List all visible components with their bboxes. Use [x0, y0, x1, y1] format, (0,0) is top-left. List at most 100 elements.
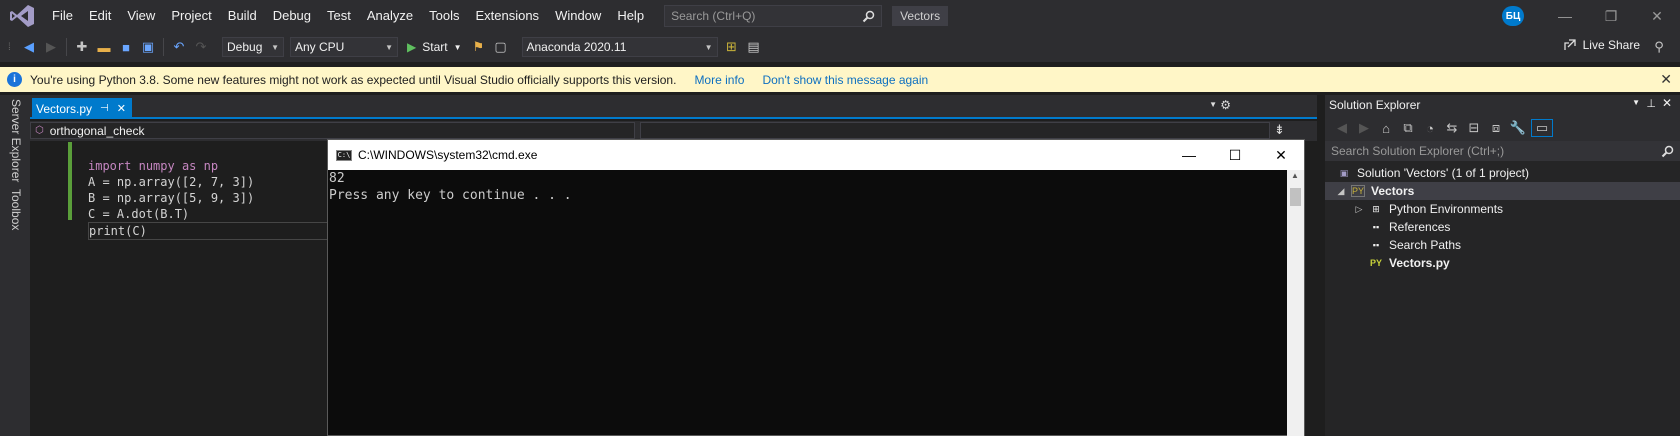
server-explorer-tab[interactable]: Server Explorer — [9, 99, 23, 182]
pin-icon[interactable]: ⊥ — [1646, 97, 1656, 110]
window-layout-icon[interactable]: ▤ — [745, 38, 763, 56]
back-nav-icon[interactable]: ◀ — [20, 38, 38, 56]
info-icon: i — [7, 72, 22, 87]
user-avatar[interactable]: БЦ — [1502, 6, 1524, 26]
environment-settings-icon[interactable]: ⊞ — [723, 38, 741, 56]
dont-show-link[interactable]: Don't show this message again — [762, 73, 928, 87]
info-message: You're using Python 3.8. Some new featur… — [30, 72, 677, 87]
switch-views-icon[interactable]: ⧉ — [1399, 119, 1417, 137]
toolbar-grip-icon: ⁞ — [8, 41, 11, 53]
menu-file[interactable]: File — [44, 0, 81, 32]
tree-item-label: Search Paths — [1389, 238, 1462, 252]
solution-search-input[interactable]: Search Solution Explorer (Ctrl+;) — [1325, 141, 1680, 161]
preview-icon[interactable]: ▭ — [1531, 119, 1553, 137]
console-line: 82 — [329, 171, 345, 186]
start-button[interactable]: ▶ Start ▼ — [407, 40, 462, 54]
console-window[interactable]: C:\ C:\WINDOWS\system32\cmd.exe — ☐ ✕ 82… — [327, 139, 1305, 436]
sync-icon[interactable]: ⇆ — [1443, 119, 1461, 137]
feedback-icon[interactable]: ⚲ — [1650, 38, 1668, 56]
search-icon — [1661, 145, 1674, 157]
scroll-up-icon[interactable]: ▲ — [1291, 171, 1299, 180]
menu-extensions[interactable]: Extensions — [467, 0, 547, 32]
close-icon[interactable]: ✕ — [117, 102, 126, 115]
close-icon[interactable]: ✕ — [1662, 96, 1672, 110]
tree-item-solution[interactable]: ▣ Solution 'Vectors' (1 of 1 project) — [1325, 164, 1680, 182]
home-icon[interactable]: ⌂ — [1377, 119, 1395, 137]
configuration-select[interactable]: Debug ▼ — [222, 37, 284, 57]
tab-label: Vectors.py — [36, 101, 93, 116]
search-input[interactable]: Search (Ctrl+Q) — [664, 5, 883, 27]
pin-icon[interactable]: ⊣ — [100, 103, 109, 114]
tree-item-project[interactable]: ◢ PY Vectors — [1325, 182, 1680, 200]
tree-item-references[interactable]: ▪▪ References — [1325, 218, 1680, 236]
minimize-button[interactable]: — — [1542, 0, 1588, 32]
open-folder-icon[interactable]: ▬ — [95, 38, 113, 56]
menu-view[interactable]: View — [119, 0, 163, 32]
forward-icon[interactable]: ▶ — [1355, 119, 1373, 137]
search-icon — [862, 10, 875, 22]
attach-icon[interactable]: ⚑ — [470, 38, 488, 56]
tree-item-python-environments[interactable]: ▷ ⊞ Python Environments — [1325, 200, 1680, 218]
chevron-down-icon: ▼ — [704, 42, 713, 52]
close-button[interactable]: ✕ — [1634, 0, 1680, 32]
document-tab-row: Vectors.py ⊣ ✕ ▼ ⚙ — [30, 95, 1317, 119]
menu-window[interactable]: Window — [547, 0, 609, 32]
code-content[interactable]: import numpy as np A = np.array([2, 7, 3]… — [88, 142, 328, 240]
tab-vectors-py[interactable]: Vectors.py ⊣ ✕ — [32, 98, 132, 119]
show-all-files-icon[interactable]: ⧈ — [1487, 119, 1505, 137]
scope-select[interactable]: ⬡ orthogonal_check — [30, 122, 635, 139]
solution-explorer-panel: Solution Explorer ▼ ⊥ ✕ ◀ ▶ ⌂ ⧉ ◔ ⇆ ⊟ ⧈ … — [1325, 95, 1680, 436]
forward-nav-icon[interactable]: ▶ — [42, 38, 60, 56]
menu-tools[interactable]: Tools — [421, 0, 467, 32]
save-icon[interactable]: ■ — [117, 38, 135, 56]
code-line: import numpy as np — [88, 158, 328, 174]
tree-item-vectors-py[interactable]: PY Vectors.py — [1325, 254, 1680, 272]
menu-help[interactable]: Help — [609, 0, 652, 32]
history-icon[interactable]: ◔ — [1421, 119, 1439, 137]
new-item-icon[interactable]: ✚ — [73, 38, 91, 56]
console-scrollbar[interactable]: ▲ — [1287, 170, 1304, 436]
console-close-button[interactable]: ✕ — [1258, 140, 1304, 170]
menu-edit[interactable]: Edit — [81, 0, 119, 32]
collapse-all-icon[interactable]: ⊟ — [1465, 119, 1483, 137]
platform-select[interactable]: Any CPU ▼ — [290, 37, 398, 57]
close-icon[interactable]: ✕ — [1660, 71, 1672, 88]
project-label: Vectors — [1371, 184, 1415, 198]
menu-build[interactable]: Build — [220, 0, 265, 32]
properties-icon[interactable]: 🔧 — [1509, 119, 1527, 137]
save-all-icon[interactable]: ▣ — [139, 38, 157, 56]
standard-toolbar: ⁞ ◀ ▶ ✚ ▬ ■ ▣ ↶ ↷ Debug ▼ Any CPU ▼ ▶ Star… — [0, 32, 1680, 62]
live-share-button[interactable]: Live Share — [1563, 38, 1640, 52]
menu-test[interactable]: Test — [319, 0, 359, 32]
console-titlebar[interactable]: C:\ C:\WINDOWS\system32\cmd.exe — ☐ ✕ — [328, 140, 1304, 170]
tree-item-search-paths[interactable]: ▪▪ Search Paths — [1325, 236, 1680, 254]
panel-dropdown-icon[interactable]: ▼ — [1632, 98, 1640, 107]
python-file-icon: PY — [1369, 258, 1382, 268]
restore-button[interactable]: ❐ — [1588, 0, 1634, 32]
redo-icon[interactable]: ↷ — [192, 38, 210, 56]
menu-debug[interactable]: Debug — [265, 0, 319, 32]
back-icon[interactable]: ◀ — [1333, 119, 1351, 137]
console-maximize-button[interactable]: ☐ — [1212, 140, 1258, 170]
environment-select[interactable]: Anaconda 2020.11 ▼ — [521, 37, 718, 57]
chevron-down-icon: ▼ — [385, 42, 393, 52]
references-icon: ▪▪ — [1372, 222, 1380, 232]
console-minimize-button[interactable]: — — [1166, 140, 1212, 170]
keyword: import — [88, 159, 132, 173]
solution-icon: ▣ — [1339, 167, 1349, 178]
member-select[interactable] — [640, 122, 1270, 139]
keyword: as — [181, 159, 197, 173]
python-project-icon: PY — [1351, 185, 1365, 197]
undo-icon[interactable]: ↶ — [170, 38, 188, 56]
tab-dropdown-icon[interactable]: ▼ — [1209, 100, 1217, 109]
split-icon[interactable]: ⇟ — [1274, 122, 1285, 138]
collapsed-icon: ▷ — [1355, 203, 1363, 214]
scroll-thumb[interactable] — [1290, 188, 1301, 206]
gear-icon[interactable]: ⚙ — [1220, 98, 1231, 112]
tree-item-label: Python Environments — [1389, 202, 1504, 216]
more-info-link[interactable]: More info — [694, 73, 744, 87]
screenshot-icon[interactable]: ▢ — [492, 38, 510, 56]
menu-project[interactable]: Project — [163, 0, 219, 32]
toolbox-tab[interactable]: Toolbox — [9, 189, 23, 230]
menu-analyze[interactable]: Analyze — [359, 0, 421, 32]
